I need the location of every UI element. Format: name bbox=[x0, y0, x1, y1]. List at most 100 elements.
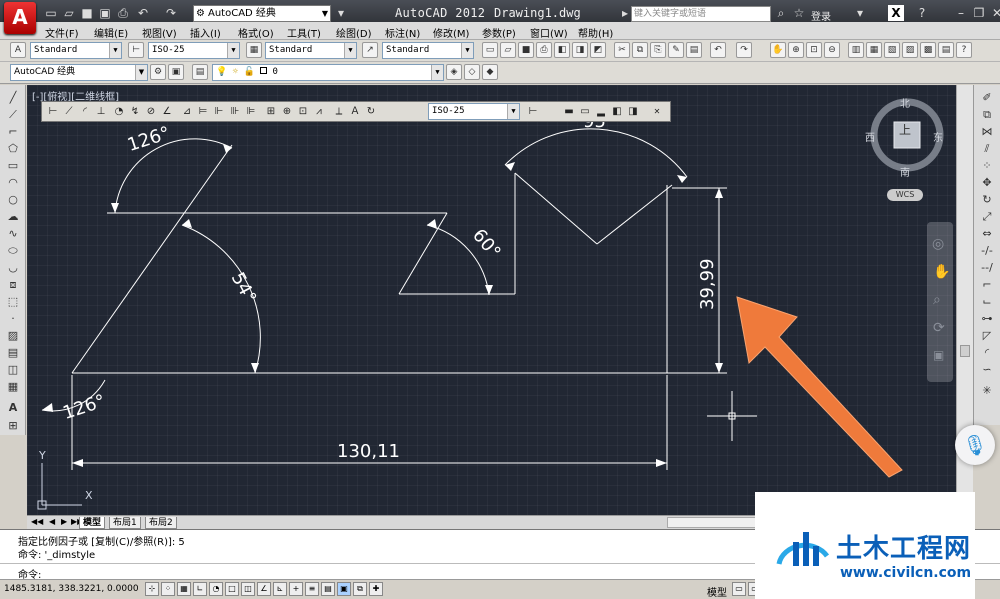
menu-window[interactable]: 窗口(W) bbox=[530, 25, 568, 40]
array-icon[interactable]: ⁘ bbox=[979, 159, 995, 173]
menu-dimension[interactable]: 标注(N) bbox=[385, 25, 420, 40]
circle-icon[interactable]: ○ bbox=[5, 193, 21, 207]
dim-text-edit-icon[interactable]: Ａ bbox=[348, 104, 362, 119]
make-current-icon[interactable]: ◈ bbox=[446, 64, 462, 80]
ellipse-icon[interactable]: ⬭ bbox=[5, 244, 21, 258]
copy-icon[interactable]: ⧉ bbox=[979, 108, 995, 122]
selection-cycling-icon[interactable]: ⧉ bbox=[353, 582, 367, 596]
help-icon[interactable]: ? bbox=[915, 6, 929, 20]
polygon-icon[interactable]: ⬠ bbox=[5, 142, 21, 156]
multileader-style-dropdown[interactable]: Standard ▼ bbox=[382, 42, 474, 59]
polyline-icon[interactable]: ⌐ bbox=[5, 125, 21, 139]
close-icon[interactable]: ✕ bbox=[988, 4, 1000, 22]
rotate-icon[interactable]: ↻ bbox=[979, 193, 995, 207]
print-icon[interactable]: ⎙ bbox=[116, 6, 130, 20]
menu-insert[interactable]: 插入(I) bbox=[190, 25, 221, 40]
gear-icon[interactable]: ⚙ bbox=[150, 64, 166, 80]
search-input[interactable]: 键入关键字或短语 bbox=[631, 6, 771, 22]
snap-mode-icon[interactable]: ⁘ bbox=[161, 582, 175, 596]
revision-cloud-icon[interactable]: ☁ bbox=[5, 210, 21, 224]
multileader-style-icon[interactable]: ↗ bbox=[362, 42, 378, 58]
break-at-point-icon[interactable]: ⌐ bbox=[979, 278, 995, 292]
menu-draw[interactable]: 绘图(D) bbox=[336, 25, 372, 40]
microphone-icon[interactable]: 🎙 bbox=[955, 425, 995, 465]
table-style-icon[interactable]: ▦ bbox=[246, 42, 262, 58]
help-dropdown-icon[interactable]: ▾ bbox=[853, 6, 867, 20]
dim-space-icon[interactable]: ⊪ bbox=[228, 104, 242, 119]
tab-prev-icon[interactable]: ◀ bbox=[49, 517, 55, 526]
new-file-icon[interactable]: ▭ bbox=[44, 6, 58, 20]
continue-dim-icon[interactable]: ⊩ bbox=[212, 104, 226, 119]
quick-properties-icon[interactable]: ▣ bbox=[337, 582, 351, 596]
make-block-icon[interactable]: ⬚ bbox=[5, 295, 21, 309]
menu-modify[interactable]: 修改(M) bbox=[433, 25, 469, 40]
application-menu-button[interactable]: A bbox=[4, 2, 36, 34]
tab-next-icon[interactable]: ▶ bbox=[61, 517, 67, 526]
expand-icon[interactable]: ▸ bbox=[618, 6, 632, 20]
offset-icon[interactable]: ⫽ bbox=[979, 142, 995, 156]
minimize-icon[interactable]: – bbox=[952, 4, 970, 22]
radius-dim-icon[interactable]: ◔ bbox=[112, 104, 126, 119]
text-left-icon[interactable]: ◧ bbox=[610, 104, 624, 119]
text-bottom-icon[interactable]: ▂ bbox=[594, 104, 608, 119]
text-style-icon[interactable]: A bbox=[10, 42, 26, 58]
ordinate-dim-icon[interactable]: ⊥ bbox=[94, 104, 108, 119]
object-snap-tracking-icon[interactable]: ∠ bbox=[257, 582, 271, 596]
open-icon[interactable]: ▱ bbox=[500, 42, 516, 58]
break-icon[interactable]: ⌙ bbox=[979, 295, 995, 309]
blend-icon[interactable]: ∽ bbox=[979, 363, 995, 377]
zoom-previous-icon[interactable]: ⊖ bbox=[824, 42, 840, 58]
hatch-icon[interactable]: ▨ bbox=[5, 329, 21, 343]
menu-help[interactable]: 帮助(H) bbox=[578, 25, 613, 40]
sheet-set-icon[interactable]: ▨ bbox=[902, 42, 918, 58]
cut-icon[interactable]: ✂ bbox=[614, 42, 630, 58]
dim-edit-icon[interactable]: ⟂ bbox=[332, 104, 346, 119]
star-icon[interactable]: ☆ bbox=[792, 6, 806, 20]
model-space-toggle[interactable]: 模型 bbox=[707, 584, 727, 599]
layer-previous-icon[interactable]: ◇ bbox=[464, 64, 480, 80]
tab-first-icon[interactable]: ◀◀ bbox=[31, 517, 43, 526]
chamfer-icon[interactable]: ◸ bbox=[979, 329, 995, 343]
compass-north[interactable]: 北 bbox=[900, 95, 910, 110]
annotation-monitor-icon[interactable]: ✚ bbox=[369, 582, 383, 596]
menu-file[interactable]: 文件(F) bbox=[45, 25, 79, 40]
pan-icon[interactable]: ✋ bbox=[933, 264, 950, 280]
exchange-icon[interactable]: X bbox=[888, 5, 904, 21]
polar-tracking-icon[interactable]: ◔ bbox=[209, 582, 223, 596]
quick-dim-icon[interactable]: ⊿ bbox=[180, 104, 194, 119]
design-center-icon[interactable]: ▦ bbox=[866, 42, 882, 58]
new-icon[interactable]: ▭ bbox=[482, 42, 498, 58]
multiline-text-icon[interactable]: A bbox=[5, 401, 21, 415]
tab-layout1[interactable]: 布局1 bbox=[109, 517, 141, 529]
layer-state-icon[interactable]: ◆ bbox=[482, 64, 498, 80]
text-middle-icon[interactable]: ▭ bbox=[578, 104, 592, 119]
login-link[interactable]: 登录 bbox=[811, 8, 831, 23]
baseline-dim-icon[interactable]: ⊨ bbox=[196, 104, 210, 119]
stretch-icon[interactable]: ⇔ bbox=[979, 227, 995, 241]
tab-layout2[interactable]: 布局2 bbox=[145, 517, 177, 529]
construction-line-icon[interactable]: ⟋ bbox=[5, 108, 21, 122]
workspace-settings-icon[interactable]: ▣ bbox=[168, 64, 184, 80]
redo-icon[interactable]: ↷ bbox=[736, 42, 752, 58]
angular-dim-icon[interactable]: ∠ bbox=[160, 104, 174, 119]
spline-icon[interactable]: ∿ bbox=[5, 227, 21, 241]
dynamic-ucs-icon[interactable]: ⊾ bbox=[273, 582, 287, 596]
trim-icon[interactable]: -/- bbox=[979, 244, 995, 258]
tolerance-icon[interactable]: ⊞ bbox=[264, 104, 278, 119]
dim-break-icon[interactable]: ⊫ bbox=[244, 104, 258, 119]
dim-style-control[interactable]: ISO-25 ▼ bbox=[428, 103, 520, 120]
explode-icon[interactable]: ✳ bbox=[979, 384, 995, 398]
infer-constraints-icon[interactable]: ⊹ bbox=[145, 582, 159, 596]
steering-wheel-icon[interactable]: ◎ bbox=[932, 236, 944, 252]
properties-icon[interactable]: ▥ bbox=[848, 42, 864, 58]
help-icon[interactable]: ? bbox=[956, 42, 972, 58]
paste-icon[interactable]: ⎘ bbox=[650, 42, 666, 58]
diameter-dim-icon[interactable]: ⊘ bbox=[144, 104, 158, 119]
add-selected-icon[interactable]: ⊞ bbox=[5, 419, 21, 433]
block-editor-icon[interactable]: ▤ bbox=[686, 42, 702, 58]
layer-dropdown[interactable]: 💡 ☼ 🔓 0 ▼ bbox=[212, 64, 444, 81]
close-icon[interactable]: ✕ bbox=[650, 104, 664, 119]
coordinate-readout[interactable]: 1485.3181, 338.3221, 0.0000 bbox=[4, 584, 139, 594]
preview-icon[interactable]: ◧ bbox=[554, 42, 570, 58]
dim-style-dropdown[interactable]: ISO-25 ▼ bbox=[148, 42, 240, 59]
